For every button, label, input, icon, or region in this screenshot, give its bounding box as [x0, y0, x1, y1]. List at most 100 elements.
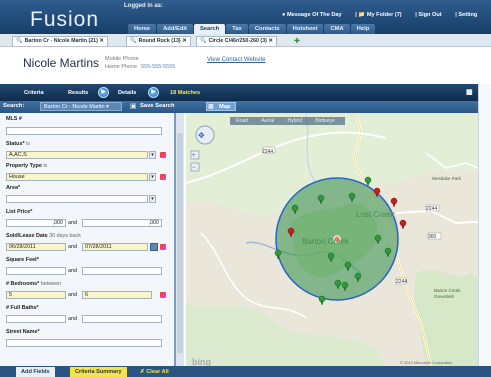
- road-label-2244b: 2244: [426, 206, 438, 212]
- close-icon[interactable]: ✕: [99, 38, 103, 44]
- full-baths-min-input[interactable]: [6, 315, 66, 323]
- nav-tab-search[interactable]: Search: [193, 24, 226, 34]
- lost-creek-label: Lost Creek: [356, 210, 395, 219]
- list-price-max-input[interactable]: ,000: [82, 219, 162, 227]
- property-type-label: Property Type is: [6, 163, 48, 169]
- status-dropdown-icon[interactable]: ▾: [149, 151, 156, 159]
- arrow-right-icon[interactable]: ▶: [98, 87, 109, 98]
- clear-bedrooms-icon[interactable]: [160, 292, 166, 298]
- arrow-right-icon[interactable]: ▶: [148, 87, 159, 98]
- square-feet-min-input[interactable]: [6, 267, 66, 275]
- map-type-birdseye[interactable]: Birdseye: [315, 118, 334, 124]
- search-icon: 🔍: [200, 38, 207, 44]
- map-pan-icon[interactable]: ✥: [198, 131, 205, 140]
- square-feet-max-input[interactable]: [82, 267, 162, 275]
- search-icon: 🔍: [16, 38, 23, 44]
- search-tab-round-rock[interactable]: 🔍 Round Rock (13) ✕: [126, 36, 191, 46]
- results-step[interactable]: Results: [68, 88, 88, 98]
- sold-date-to-input[interactable]: 07/28/2011: [82, 243, 148, 251]
- sold-date-from-input[interactable]: 06/28/2011: [6, 243, 66, 251]
- clear-sold-date-icon[interactable]: [160, 244, 166, 250]
- my-folder-link[interactable]: | 📁 My Folder (7): [355, 12, 407, 18]
- list-price-min-input[interactable]: ,000: [6, 219, 66, 227]
- barton-creek-label: Barton Creek: [302, 237, 350, 246]
- top-links: ● Message Of The Day | 📁 My Folder (7) |…: [282, 12, 489, 18]
- westlake-park-label: Westlake Park: [432, 176, 461, 181]
- criteria-summary-tab[interactable]: Criteria Summary: [70, 367, 127, 377]
- property-type-dropdown-icon[interactable]: ▾: [149, 173, 156, 181]
- map-type-hybrid[interactable]: Hybrid: [288, 118, 302, 124]
- clear-status-icon[interactable]: [160, 152, 166, 158]
- zoom-in-icon[interactable]: +: [192, 153, 196, 159]
- close-icon[interactable]: ✕: [268, 38, 272, 44]
- bedrooms-max-input[interactable]: 6: [82, 291, 152, 299]
- search-tab-circle-c[interactable]: 🔍 Circle C/46r/250-260 (3) ✕: [196, 36, 277, 46]
- street-name-label: Street Name*: [6, 329, 40, 335]
- save-icon: ▣: [130, 103, 137, 110]
- criteria-panel: MLS # Status* is A,AC,S ▾ Property Type …: [0, 113, 176, 366]
- new-search-tab-icon[interactable]: ✚: [294, 37, 300, 45]
- add-fields-tab[interactable]: Add Fields: [16, 367, 55, 377]
- contact-phones: Mobile Phone Home Phone 555-555-5555: [105, 55, 175, 71]
- nav-tab-help[interactable]: Help: [350, 24, 376, 34]
- search-select[interactable]: Barton Cr - Nicole Martin ▾: [40, 102, 122, 111]
- save-search-button[interactable]: Save Search: [140, 103, 174, 109]
- map-type-toolbar: Road Aerial Hybrid Birdseye: [230, 117, 345, 125]
- contact-name: Nicole Martins: [23, 56, 100, 70]
- nav-tab-contacts[interactable]: Contacts: [248, 24, 286, 34]
- calendar-icon[interactable]: [150, 243, 158, 251]
- app-logo: Fusion: [30, 8, 100, 31]
- map-icon: ▩: [208, 104, 214, 110]
- matches-count: 18 Matches: [170, 90, 201, 96]
- map-copyright: © 2010 Microsoft Corporation: [400, 360, 453, 365]
- bedrooms-min-input[interactable]: 5: [6, 291, 66, 299]
- area-input[interactable]: [6, 195, 148, 203]
- area-label: Area*: [6, 185, 21, 191]
- settings-link[interactable]: | Setting: [455, 12, 483, 18]
- zoom-out-icon[interactable]: −: [192, 165, 196, 171]
- nav-tab-add-edit[interactable]: Add/Edit: [157, 24, 193, 34]
- print-icon[interactable]: ▦: [466, 88, 473, 96]
- property-type-input[interactable]: House: [6, 173, 148, 181]
- nav-tab-cma[interactable]: CMA: [324, 24, 350, 34]
- status-input[interactable]: A,AC,S: [6, 151, 148, 159]
- search-label: Search:: [3, 103, 25, 109]
- search-icon: 🔍: [130, 38, 137, 44]
- greenbelt-label: Barton Creek Greenbelt: [434, 288, 461, 299]
- list-price-label: List Price*: [6, 209, 33, 215]
- nav-tab-home[interactable]: Home: [128, 24, 157, 34]
- scrollbar-thumb[interactable]: [177, 133, 183, 353]
- mls-input[interactable]: [6, 127, 162, 135]
- clear-property-type-icon[interactable]: [160, 174, 166, 180]
- criteria-scrollbar[interactable]: [176, 113, 184, 366]
- criteria-step[interactable]: Criteria: [24, 88, 44, 98]
- full-baths-and: and: [68, 316, 77, 322]
- clear-all-button[interactable]: ✗ Clear All: [135, 367, 174, 377]
- street-name-input[interactable]: [6, 339, 162, 347]
- road-label-2244: 2244: [262, 149, 274, 155]
- view-contact-website-link[interactable]: View Contact Website: [207, 57, 265, 63]
- full-baths-max-input[interactable]: [82, 315, 162, 323]
- main-nav: Home Add/Edit Search Tax Contacts Hotshe…: [128, 24, 376, 34]
- search-tab-barton-cr[interactable]: 🔍 Barton Cr - Nicole Martin (21) ✕: [12, 36, 108, 46]
- nav-tab-tax[interactable]: Tax: [226, 24, 248, 34]
- map-type-road[interactable]: Road: [236, 118, 248, 124]
- mobile-phone-label: Mobile Phone: [105, 56, 139, 62]
- eraser-icon: ✗: [140, 369, 145, 375]
- full-baths-label: # Full Baths*: [6, 305, 39, 311]
- status-label: Status* is: [6, 141, 30, 147]
- details-step[interactable]: Details: [118, 88, 136, 98]
- home-phone-value: 555-555-5555: [141, 64, 176, 70]
- nav-tab-hotsheet[interactable]: Hotsheet: [286, 24, 324, 34]
- sign-out-link[interactable]: | Sign Out: [415, 12, 447, 18]
- mls-label: MLS #: [6, 116, 22, 122]
- road-label-360: 360: [428, 234, 437, 240]
- area-dropdown-icon[interactable]: ▾: [149, 195, 156, 203]
- motd-link[interactable]: ● Message Of The Day: [282, 12, 348, 18]
- sold-date-and: and: [68, 244, 77, 250]
- close-icon[interactable]: ✕: [182, 38, 186, 44]
- map-type-aerial[interactable]: Aerial: [261, 118, 274, 124]
- list-price-and: and: [68, 220, 77, 226]
- square-feet-label: Square Feet*: [6, 257, 39, 263]
- chevron-down-icon: ▾: [106, 104, 109, 110]
